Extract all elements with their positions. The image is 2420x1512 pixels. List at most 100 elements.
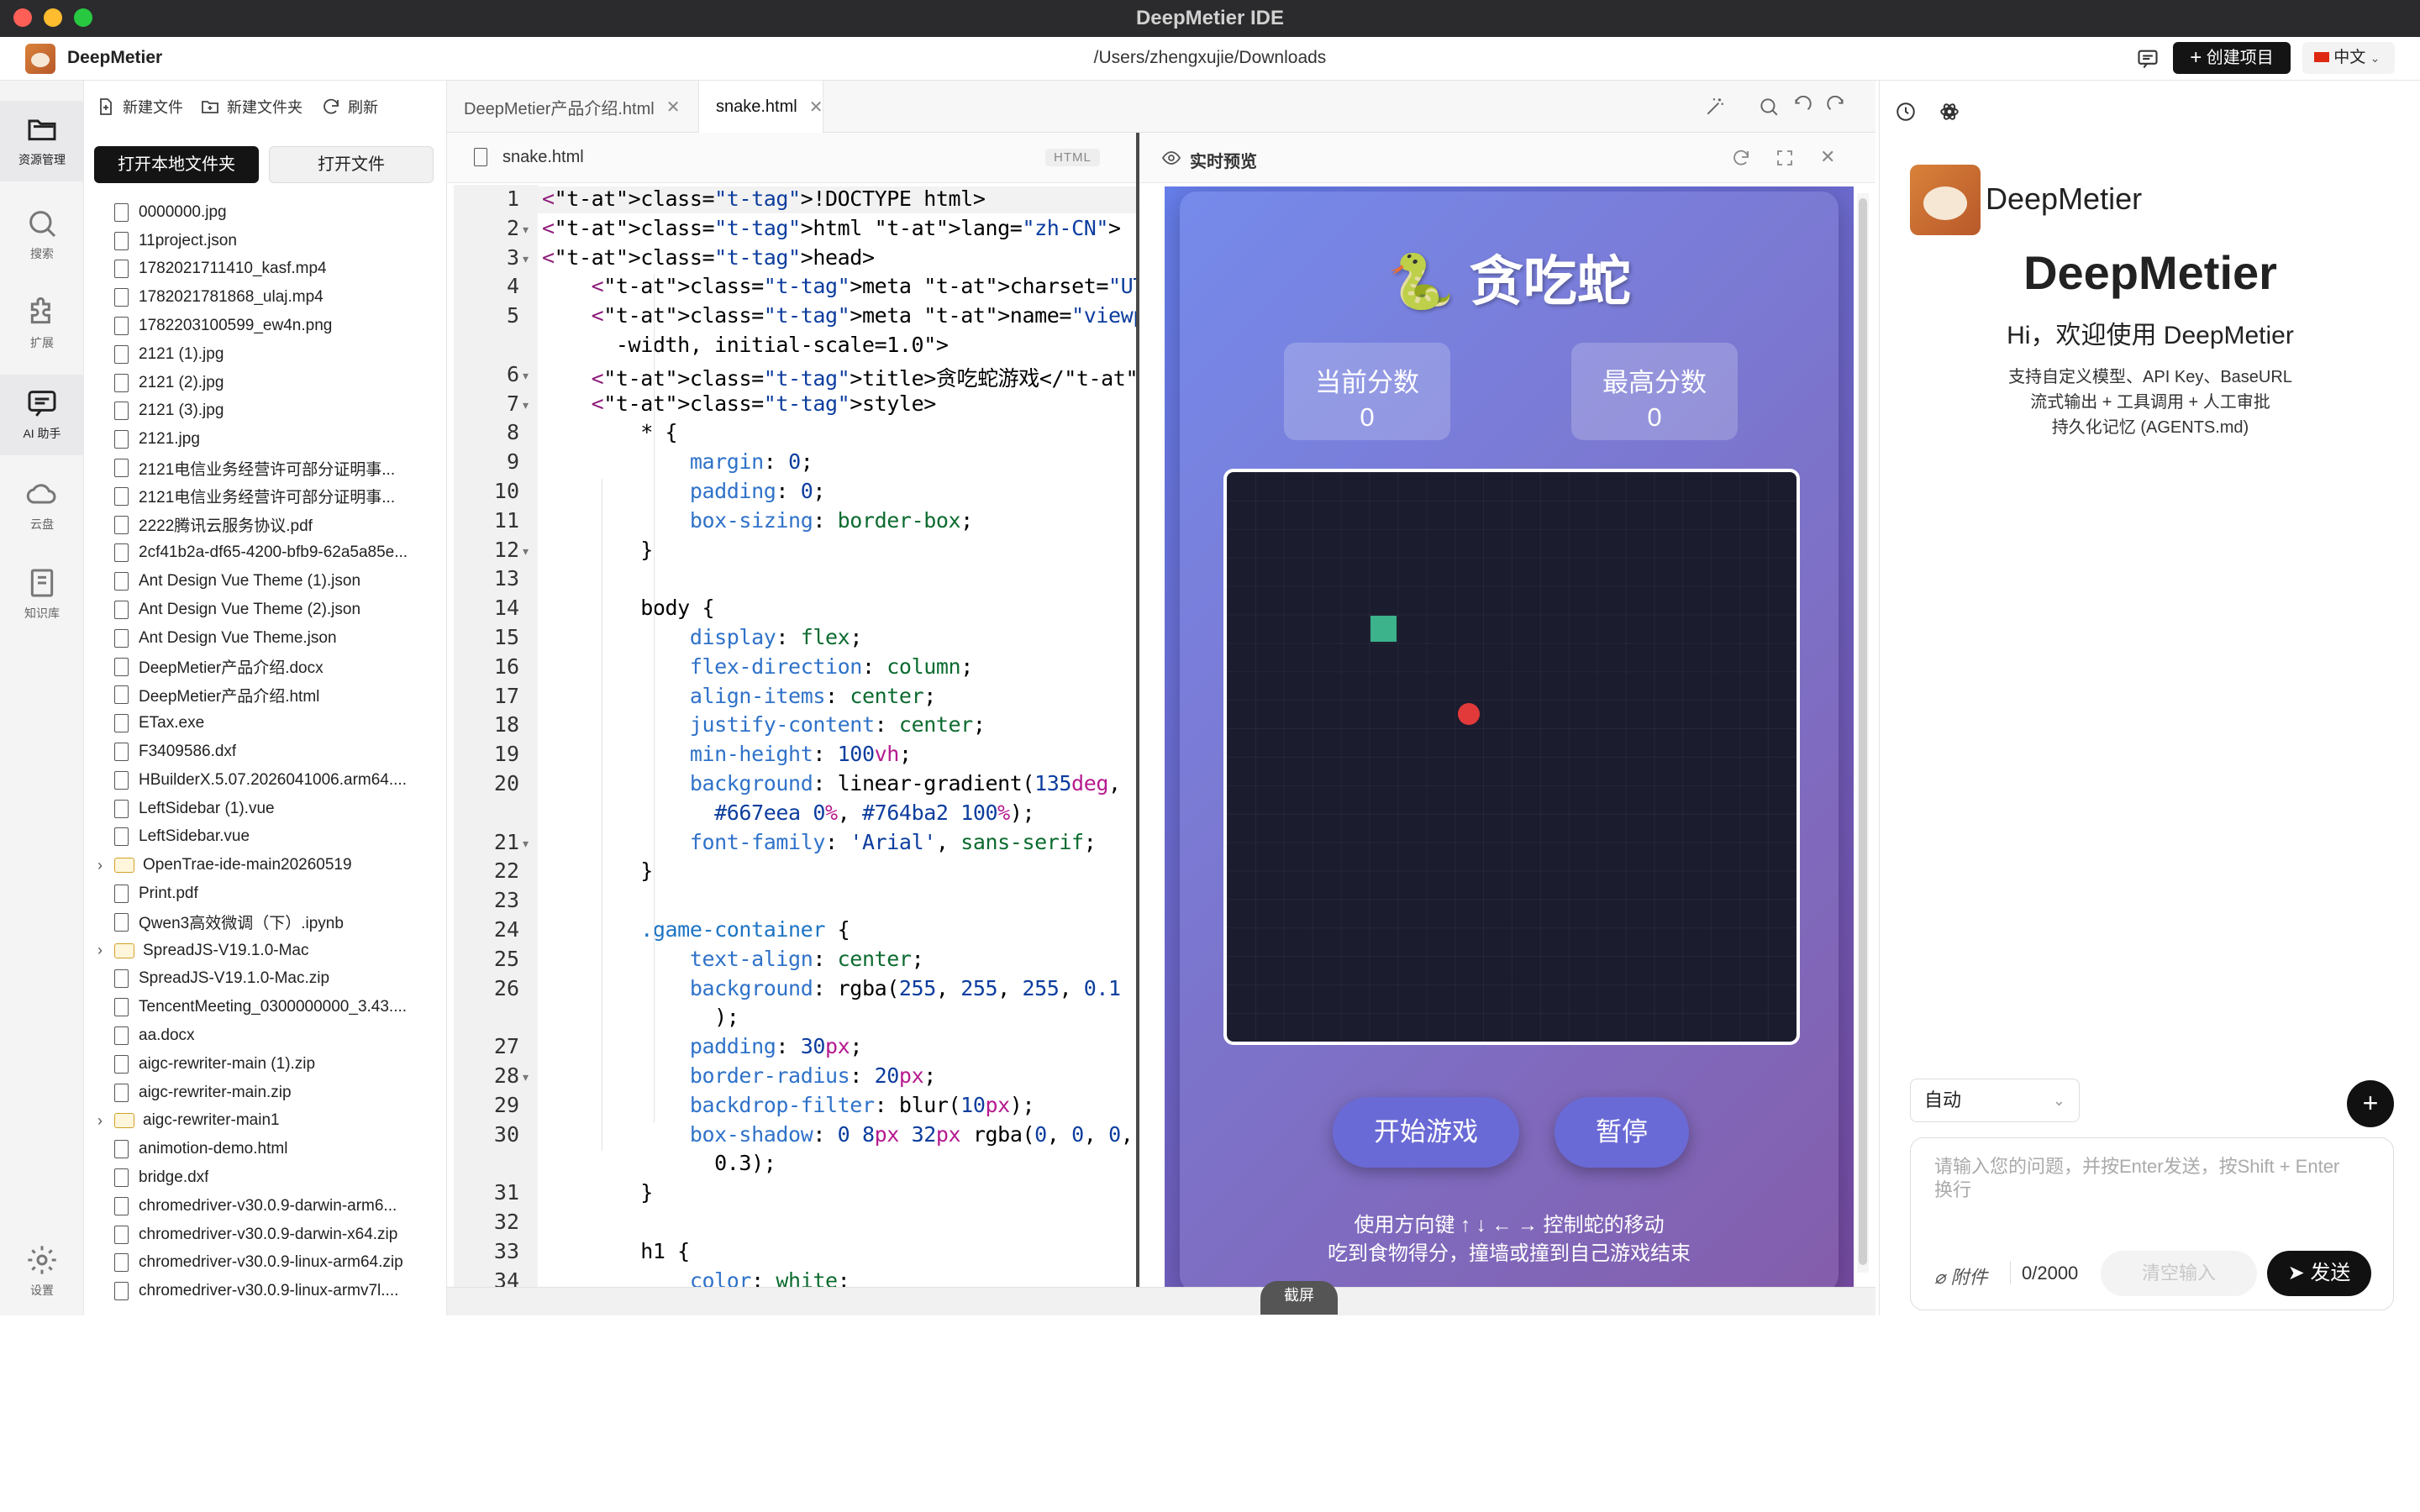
file-item[interactable]: aigc-rewriter-main (1).zip — [84, 1050, 447, 1079]
fold-toggle-icon[interactable]: ▾ — [523, 837, 529, 851]
file-item[interactable]: 0000000.jpg — [84, 198, 447, 227]
file-item[interactable]: DeepMetier产品介绍.html — [84, 681, 447, 710]
file-item[interactable]: chromedriver-v30.0.9-darwin-arm6... — [84, 1192, 447, 1221]
file-name: 0000000.jpg — [139, 202, 227, 221]
language-select[interactable]: 中文 ⌄ — [2302, 42, 2395, 74]
file-item[interactable]: LeftSidebar.vue — [84, 823, 447, 852]
new-file-button[interactable]: 新建文件 — [96, 96, 183, 118]
reload-icon[interactable] — [1731, 148, 1751, 172]
game-title: 🐍 贪吃蛇 — [1387, 251, 1631, 312]
file-item[interactable]: 2222腾讯云服务协议.pdf — [84, 511, 447, 539]
file-item[interactable]: Ant Design Vue Theme.json — [84, 624, 447, 653]
file-icon — [114, 1054, 129, 1074]
refresh-button[interactable]: 刷新 — [321, 96, 378, 118]
pause-button[interactable]: 暂停 — [1555, 1097, 1689, 1168]
fold-toggle-icon[interactable]: ▾ — [523, 223, 529, 237]
folder-item[interactable]: › SpreadJS-V19.1.0-Mac — [84, 937, 447, 965]
refresh-icon — [324, 98, 339, 114]
start-game-button[interactable]: 开始游戏 — [1333, 1097, 1519, 1168]
new-folder-button[interactable]: 新建文件夹 — [200, 96, 302, 118]
line-number: 16 — [493, 654, 519, 679]
fullscreen-icon[interactable] — [1775, 148, 1795, 172]
file-item[interactable]: Print.pdf — [84, 879, 447, 908]
file-item[interactable]: 2121 (2).jpg — [84, 369, 447, 397]
file-item[interactable]: Qwen3高效微调（下）.ipynb — [84, 908, 447, 937]
chevron-right-icon[interactable]: › — [97, 1112, 109, 1130]
file-icon — [114, 459, 129, 478]
send-button[interactable]: ➤ 发送 — [2267, 1251, 2371, 1296]
mode-select[interactable]: 自动 ⌄ — [1910, 1079, 2080, 1122]
activity-ai-assistant[interactable]: AI 助手 — [0, 375, 84, 455]
game-container: 🐍 贪吃蛇 当前分数 0 最高分数 0 开始游戏 暂停 使用方向键 ↑ ↓ ← … — [1180, 192, 1839, 1287]
close-icon[interactable]: ✕ — [1820, 146, 1835, 168]
folder-item[interactable]: › OpenTrae-ide-main20260519 — [84, 851, 447, 879]
file-item[interactable]: chromedriver-v30.0.9-darwin-x64.zip — [84, 1221, 447, 1249]
close-icon[interactable]: ✕ — [666, 97, 681, 118]
clear-input-button[interactable]: 清空输入 — [2101, 1251, 2257, 1296]
new-chat-button[interactable]: + — [2347, 1080, 2394, 1127]
file-item[interactable]: animotion-demo.html — [84, 1135, 447, 1163]
file-item[interactable]: chromedriver-v30.0.9-linux-arm64.zip — [84, 1249, 447, 1278]
folder-item[interactable]: › aigc-rewriter-main1 — [84, 1107, 447, 1136]
activity-search[interactable]: 搜索 — [0, 195, 84, 276]
file-item[interactable]: 1782203100599_ew4n.png — [84, 312, 447, 340]
fold-toggle-icon[interactable]: ▾ — [523, 1070, 529, 1084]
magic-wand-icon[interactable] — [1704, 96, 1726, 122]
attach-button[interactable]: ⌀ 附件 — [1934, 1263, 1987, 1289]
file-item[interactable]: ETax.exe — [84, 709, 447, 738]
file-item[interactable]: Ant Design Vue Theme (2).json — [84, 596, 447, 624]
file-item[interactable]: 2121 (3).jpg — [84, 397, 447, 426]
close-icon[interactable]: ✕ — [809, 97, 823, 118]
activity-explorer[interactable]: 资源管理 — [0, 101, 84, 181]
activity-extensions[interactable]: 扩展 — [0, 284, 84, 365]
file-item[interactable]: TencentMeeting_0300000000_3.43.... — [84, 993, 447, 1021]
fold-toggle-icon[interactable]: ▾ — [523, 544, 529, 559]
file-icon — [114, 402, 129, 421]
file-item[interactable]: chromedriver-v30.0.9-linux-armv7l.... — [84, 1277, 447, 1305]
screenshot-button[interactable]: 截屏 — [1260, 1281, 1338, 1315]
file-item[interactable]: 1782021781868_ulaj.mp4 — [84, 283, 447, 312]
file-item[interactable]: bridge.dxf — [84, 1163, 447, 1192]
file-item[interactable]: 2cf41b2a-df65-4200-bfb9-62a5a85e... — [84, 539, 447, 568]
file-item[interactable]: Ant Design Vue Theme (1).json — [84, 567, 447, 596]
create-project-button[interactable]: + 创建项目 — [2173, 42, 2291, 74]
activity-settings[interactable]: 设置 — [0, 1231, 84, 1312]
tab-snake-html[interactable]: snake.html ✕ — [699, 81, 823, 133]
activity-knowledge[interactable]: 知识库 — [0, 554, 84, 635]
file-item[interactable]: SpreadJS-V19.1.0-Mac.zip — [84, 965, 447, 994]
file-item[interactable]: 11project.json — [84, 227, 447, 255]
file-item[interactable]: 1782021711410_kasf.mp4 — [84, 255, 447, 284]
file-item[interactable]: 2121电信业务经营许可部分证明事... — [84, 454, 447, 482]
tab-deepmetier-html[interactable]: DeepMetier产品介绍.html ✕ — [447, 81, 699, 133]
activity-cloud[interactable]: 云盘 — [0, 465, 84, 546]
chat-input[interactable]: 请输入您的问题，并按Enter发送，按Shift + Enter换行 — [1934, 1155, 2354, 1202]
chevron-right-icon[interactable]: › — [97, 942, 109, 959]
open-local-folder-button[interactable]: 打开本地文件夹 — [94, 146, 259, 183]
file-item[interactable]: aa.docx — [84, 1021, 447, 1050]
game-board[interactable] — [1223, 469, 1800, 1045]
file-item[interactable]: aigc-rewriter-main.zip — [84, 1079, 447, 1107]
chevron-right-icon[interactable]: › — [97, 857, 109, 874]
feedback-icon[interactable] — [2136, 47, 2160, 75]
undo-icon[interactable] — [1791, 95, 1813, 122]
file-icon — [114, 202, 129, 222]
file-item[interactable]: F3409586.dxf — [84, 738, 447, 766]
preview-scrollbar[interactable] — [1857, 193, 1869, 1273]
code-editor[interactable]: 1 2 ▾ 3 ▾ 4 5 6 ▾ 7 ▾ 8 9 10 11 12 ▾ 13 14 15 16 17 18 19 20 21 ▾ 2… — [454, 185, 1136, 1287]
file-item[interactable]: 2121.jpg — [84, 425, 447, 454]
file-name: 2121.jpg — [139, 430, 200, 449]
open-file-button[interactable]: 打开文件 — [269, 146, 434, 183]
history-icon[interactable] — [1895, 101, 1917, 127]
current-score-box: 当前分数 0 — [1284, 343, 1450, 440]
fold-toggle-icon[interactable]: ▾ — [523, 398, 529, 412]
search-icon[interactable] — [1758, 96, 1780, 122]
file-item[interactable]: 2121 (1).jpg — [84, 340, 447, 369]
fold-toggle-icon[interactable]: ▾ — [523, 252, 529, 266]
file-item[interactable]: 2121电信业务经营许可部分证明事... — [84, 482, 447, 511]
redo-icon[interactable] — [1825, 95, 1847, 122]
fold-toggle-icon[interactable]: ▾ — [523, 369, 529, 383]
file-item[interactable]: DeepMetier产品介绍.docx — [84, 653, 447, 681]
file-item[interactable]: HBuilderX.5.07.2026041006.arm64.... — [84, 766, 447, 795]
model-settings-icon[interactable] — [1939, 101, 1960, 127]
file-item[interactable]: LeftSidebar (1).vue — [84, 795, 447, 823]
